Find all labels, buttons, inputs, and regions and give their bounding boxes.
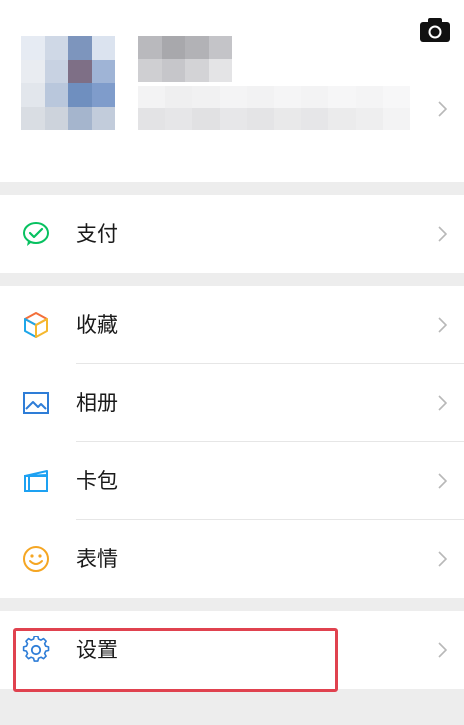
profile-header[interactable] (0, 0, 464, 182)
menu-item-label: 相册 (76, 391, 118, 415)
main-menu-section: 收藏 相册 卡包 表情 (0, 286, 464, 598)
chevron-right-icon (438, 226, 447, 242)
chevron-right-icon (438, 395, 447, 411)
menu-item-pay[interactable]: 支付 (0, 195, 464, 273)
chevron-right-icon (438, 551, 447, 567)
pay-section: 支付 (0, 195, 464, 273)
menu-item-label: 设置 (76, 638, 118, 662)
wechat-pay-icon (23, 222, 49, 246)
chevron-right-icon (438, 317, 447, 333)
chevron-right-icon (438, 473, 447, 489)
gear-icon (22, 636, 50, 662)
chevron-right-icon (438, 642, 447, 658)
menu-item-label: 收藏 (76, 313, 118, 337)
chevron-right-icon (438, 101, 447, 117)
smiley-icon (23, 546, 49, 572)
menu-item-label: 支付 (76, 222, 118, 246)
menu-item-cards[interactable]: 卡包 (0, 442, 464, 520)
settings-section: 设置 (0, 611, 464, 689)
menu-item-album[interactable]: 相册 (0, 364, 464, 442)
avatar[interactable] (21, 36, 115, 130)
card-wallet-icon (24, 470, 48, 492)
nickname-blurred (138, 36, 232, 82)
menu-item-stickers[interactable]: 表情 (0, 520, 464, 598)
menu-item-label: 卡包 (76, 469, 118, 493)
picture-icon (23, 392, 49, 414)
wechat-id-blurred (138, 86, 410, 130)
menu-item-label: 表情 (76, 547, 118, 571)
cube-icon (24, 312, 48, 338)
menu-item-favorites[interactable]: 收藏 (0, 286, 464, 364)
camera-icon[interactable] (419, 17, 451, 43)
menu-item-settings[interactable]: 设置 (0, 611, 464, 689)
